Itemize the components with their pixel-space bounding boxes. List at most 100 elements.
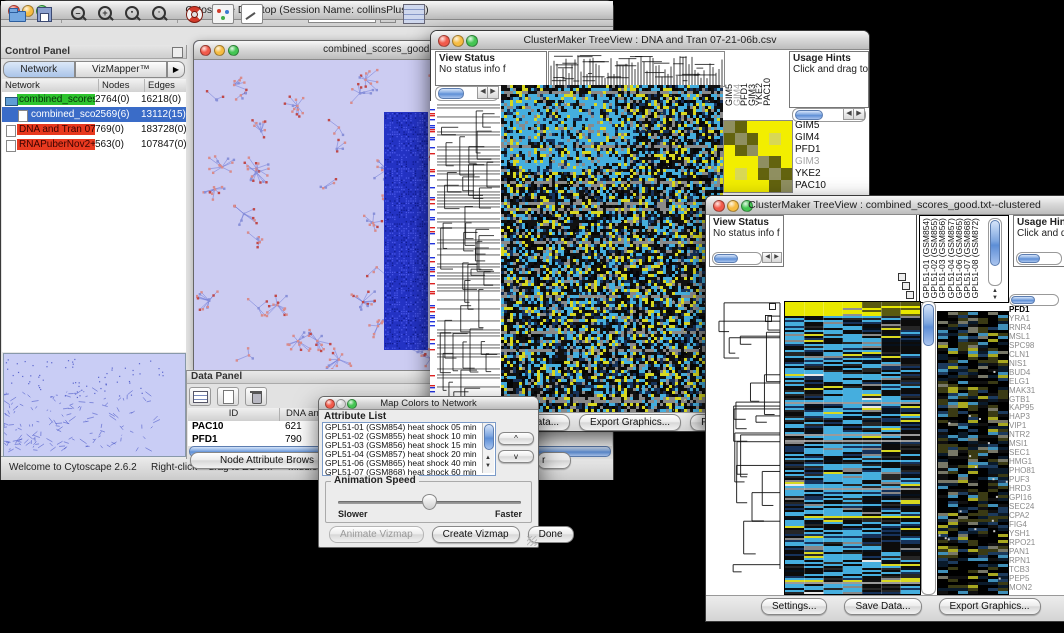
heatmap-vertical-scrollbar[interactable] (921, 301, 936, 595)
scroll-down-icon[interactable]: ▼ (992, 295, 998, 301)
main-titlebar[interactable]: Cytoscape Desktop (Session Name: collins… (1, 1, 613, 20)
zoom-selected-icon[interactable] (123, 5, 143, 23)
network-list: combined_scores2764(0)16218(0)combined_s… (2, 92, 186, 352)
network-name: DNA and Tran 07 (17, 124, 95, 135)
scroll-down-icon[interactable]: ▼ (485, 463, 491, 469)
edge-attribute-browser-tab-fragment[interactable]: r (537, 452, 571, 469)
heatmap-secondary[interactable] (937, 311, 1009, 595)
network-overview-thumbnail[interactable] (3, 353, 186, 457)
document-icon (17, 110, 29, 120)
network-nodes: 769(0) (95, 124, 141, 135)
save-icon[interactable] (34, 5, 54, 23)
control-panel-header: Control Panel (1, 45, 187, 59)
network-list-row[interactable]: DNA and Tran 07769(0)183728(0) (2, 122, 186, 137)
hints-scrollbar[interactable] (1016, 252, 1062, 265)
matrix-cell (769, 168, 780, 180)
zoom-heatmap-matrix (723, 120, 793, 193)
move-down-button[interactable]: v (498, 450, 534, 463)
network-list-row[interactable]: combined_scores2764(0)16218(0) (2, 92, 186, 107)
network-nodes: 563(0) (95, 139, 141, 150)
column-labels-panel: GPL51-01 (GSM854)GPL51-02 (GSM855)GPL51-… (919, 215, 1009, 303)
matrix-cell (758, 156, 769, 168)
usage-hints-box: Usage Hints Click and drag to (789, 51, 869, 108)
annotation-icon[interactable] (241, 4, 263, 24)
view-status-text: No status info f (436, 64, 546, 75)
view-status-box: View Status No status info f (435, 51, 547, 86)
network-nodes: 2764(0) (95, 94, 141, 105)
open-icon[interactable] (7, 5, 27, 23)
matrix-cell (724, 180, 735, 192)
scroll-right-icon[interactable]: ▶ (853, 108, 865, 120)
view-status-title: View Status (710, 216, 783, 228)
attribute-list: GPL51-01 (GSM854) heat shock 05 minGPL51… (322, 422, 496, 476)
zoom-column-labels: GIM5GIM4PFD1GIM3YKE2PAC10 (725, 51, 773, 108)
animate-vizmap-button[interactable]: Animate Vizmap (329, 526, 424, 543)
tab-network[interactable]: Network (3, 61, 75, 78)
matrix-cell (747, 168, 758, 180)
attribute-list-scrollbar[interactable]: ▲ ▼ (482, 423, 494, 473)
zoom-fit-icon[interactable] (150, 5, 170, 23)
faster-label: Faster (495, 509, 522, 519)
network-list-row[interactable]: RNAPuberNov2+563(0)107847(0) (2, 137, 186, 152)
scroll-up-icon[interactable]: ▲ (485, 455, 491, 461)
matrix-cell (758, 168, 769, 180)
move-up-button[interactable]: ^ (498, 432, 534, 445)
zoom-row-label: GIM3 (795, 156, 865, 168)
usage-hints-title: Usage Hints (790, 52, 868, 64)
network-list-row[interactable]: combined_sco2569(6)13112(15) (2, 107, 186, 122)
tab-vizmapper-[interactable]: VizMapper™ (75, 61, 167, 78)
column-id[interactable]: ID (188, 408, 280, 421)
save-data--button[interactable]: Save Data... (844, 598, 921, 615)
newdoc-icon[interactable] (217, 387, 239, 406)
row-dendrogram[interactable] (437, 101, 500, 411)
column-nodes[interactable]: Nodes (99, 79, 145, 92)
usage-hints-box: Usage Hints Click and drag (1013, 215, 1064, 267)
matrix-cell (747, 180, 758, 192)
zoom-in-icon[interactable] (96, 5, 116, 23)
network-name: combined_sco (29, 109, 95, 120)
help-icon[interactable] (185, 5, 205, 23)
scroll-right-icon[interactable]: ▶ (487, 86, 499, 99)
heatmap-main[interactable] (501, 85, 723, 413)
column-network[interactable]: Network (2, 79, 99, 92)
column-dendrogram[interactable] (548, 51, 725, 87)
column-edges[interactable]: Edges (145, 79, 186, 92)
dendro-node-glyph (906, 291, 914, 299)
settings--button[interactable]: Settings... (761, 598, 827, 615)
export-graphics--button[interactable]: Export Graphics... (579, 414, 681, 431)
usage-hints-text: Click and drag (1014, 228, 1064, 239)
export-graphics--button[interactable]: Export Graphics... (939, 598, 1041, 615)
resize-grip[interactable] (527, 536, 537, 546)
zoom-column-label: PAC10 (763, 78, 772, 106)
dialog-titlebar[interactable]: Map Colors to Network (319, 397, 538, 410)
matrix-cell (769, 133, 780, 145)
float-panel-icon[interactable] (172, 47, 183, 58)
selection-strip[interactable] (430, 101, 436, 411)
matrix-cell (747, 121, 758, 133)
labels-scrollbar[interactable] (988, 218, 1002, 286)
view-status-title: View Status (436, 52, 546, 64)
column-tree-space (784, 215, 917, 301)
matrix-cell (769, 180, 780, 192)
network-name: RNAPuberNov2+ (17, 139, 95, 150)
status-scrollbar[interactable] (712, 252, 762, 265)
row-dendrogram[interactable] (709, 301, 783, 591)
table-icon[interactable] (189, 387, 211, 406)
scroll-up-icon[interactable]: ▲ (992, 288, 998, 294)
usage-hints-text: Click and drag to (790, 64, 868, 75)
gene-list-scrollbar[interactable] (1009, 294, 1059, 306)
heatmap-main[interactable] (784, 301, 921, 595)
matrix-cell (781, 168, 792, 180)
table-icon[interactable] (403, 4, 425, 24)
vizmapper-icon[interactable] (212, 4, 234, 24)
zoom-out-icon[interactable] (69, 5, 89, 23)
create-vizmap-button[interactable]: Create Vizmap (432, 526, 520, 543)
treeview1-titlebar[interactable]: ClusterMaker TreeView : DNA and Tran 07-… (431, 31, 869, 50)
dendro-node-glyph (902, 282, 910, 290)
zoom-row-label: PFD1 (795, 144, 865, 156)
scroll-right-icon[interactable]: ▶ (771, 252, 782, 263)
tab-overflow-arrow[interactable]: ▶ (167, 61, 185, 78)
delete-icon[interactable] (245, 387, 267, 406)
treeview2-titlebar[interactable]: ClusterMaker TreeView : combined_scores_… (706, 196, 1064, 215)
matrix-cell (735, 121, 746, 133)
